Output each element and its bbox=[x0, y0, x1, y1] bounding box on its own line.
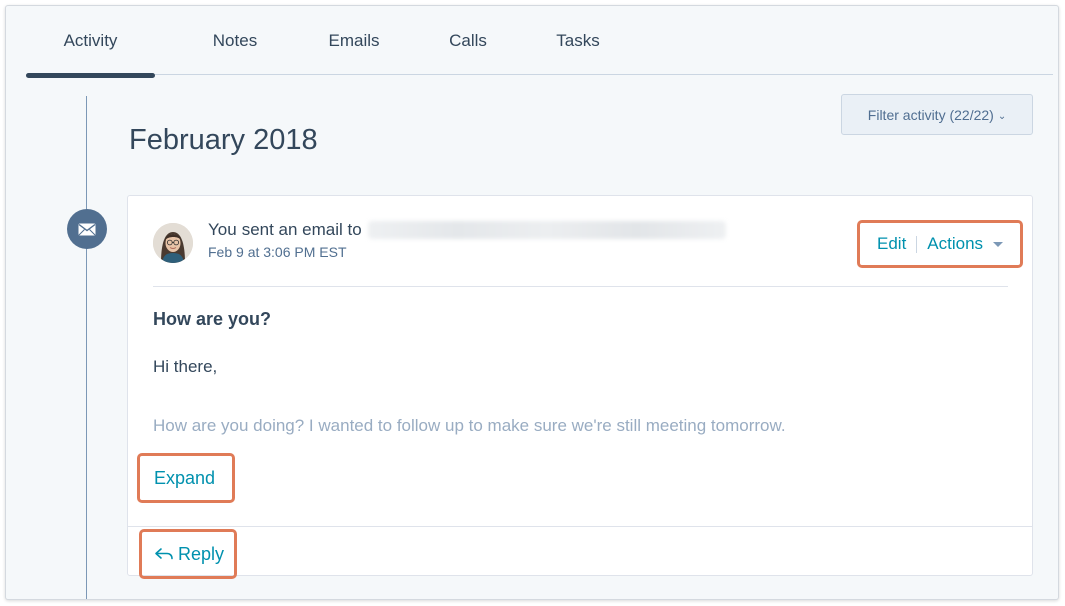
email-activity-card: You sent an email to Feb 9 at 3:06 PM ES… bbox=[127, 195, 1033, 579]
filter-label: Filter activity (22/22) bbox=[867, 106, 994, 123]
tab-label: Notes bbox=[212, 30, 258, 50]
redacted-recipient bbox=[367, 221, 726, 239]
email-subject: How are you? bbox=[153, 309, 272, 329]
tab-tasks[interactable]: Tasks bbox=[522, 6, 634, 75]
tab-label: Activity bbox=[63, 30, 118, 50]
activity-panel: Activity Notes Emails Calls Tasks Februa… bbox=[5, 5, 1059, 600]
email-headline: You sent an email to bbox=[208, 220, 726, 240]
reply-label: Reply bbox=[178, 543, 225, 564]
email-timestamp: Feb 9 at 3:06 PM EST bbox=[208, 244, 347, 260]
email-greeting: Hi there, bbox=[153, 357, 218, 376]
actor-name: You bbox=[208, 220, 237, 239]
envelope-icon bbox=[67, 209, 107, 249]
edit-actions-group: Edit Actions bbox=[857, 220, 1023, 268]
edit-button[interactable]: Edit bbox=[877, 234, 906, 254]
email-preview: How are you doing? I wanted to follow up… bbox=[153, 416, 786, 435]
tab-emails[interactable]: Emails bbox=[294, 6, 414, 75]
caret-down-icon[interactable] bbox=[993, 242, 1004, 247]
tab-bar: Activity Notes Emails Calls Tasks bbox=[26, 6, 1053, 78]
tab-label: Tasks bbox=[556, 30, 600, 50]
actions-dropdown[interactable]: Actions bbox=[927, 234, 983, 254]
divider bbox=[153, 286, 1008, 287]
expand-button[interactable]: Expand bbox=[137, 453, 235, 503]
action-text: sent an email to bbox=[241, 220, 362, 239]
filter-activity-button[interactable]: Filter activity (22/22) ⌄ bbox=[841, 94, 1033, 135]
tab-label: Emails bbox=[328, 30, 380, 50]
divider bbox=[128, 526, 1032, 527]
avatar bbox=[153, 223, 193, 263]
chevron-down-icon: ⌄ bbox=[997, 110, 1007, 122]
month-heading: February 2018 bbox=[129, 124, 318, 156]
reply-button[interactable]: Reply bbox=[139, 529, 237, 579]
tab-notes[interactable]: Notes bbox=[176, 6, 294, 75]
tab-label: Calls bbox=[449, 30, 487, 50]
divider bbox=[916, 235, 918, 253]
tab-activity[interactable]: Activity bbox=[26, 6, 155, 78]
expand-label: Expand bbox=[154, 467, 216, 488]
tab-calls[interactable]: Calls bbox=[414, 6, 522, 75]
timeline-line bbox=[86, 96, 87, 599]
reply-icon bbox=[155, 548, 173, 560]
